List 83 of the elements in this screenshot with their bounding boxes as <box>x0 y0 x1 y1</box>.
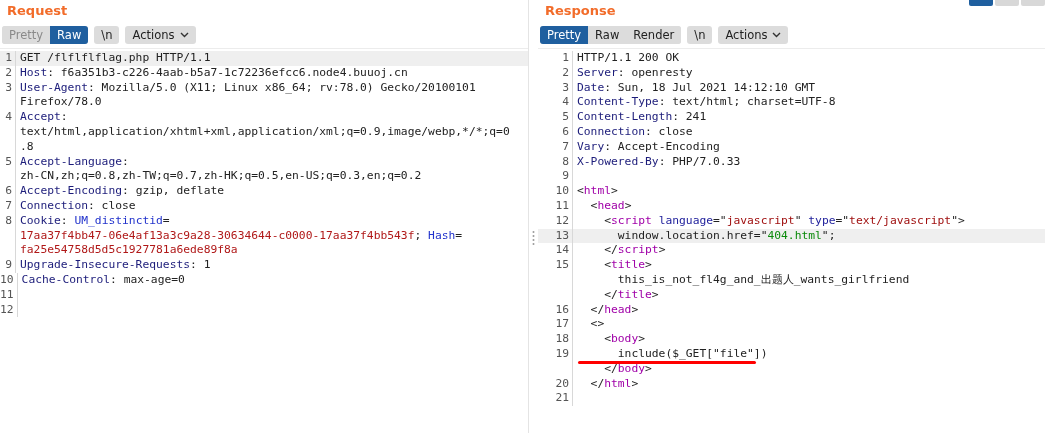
code-text: include($_GET["file"]) <box>616 346 768 362</box>
line-number: 4 <box>538 95 573 111</box>
code-text: </title> <box>603 287 659 303</box>
code-text: <script language="javascript" type="text/javascript"> <box>603 213 965 229</box>
line-number: 14 <box>538 243 573 259</box>
code-text: Connection: close <box>576 125 693 140</box>
code-text: X-Powered-By: PHP/7.0.33 <box>576 154 741 170</box>
line-number: 12 <box>0 302 18 318</box>
line-number: 3 <box>538 80 573 96</box>
line-number: 13 <box>538 228 573 244</box>
line-number: 18 <box>538 332 573 347</box>
line-number: 6 <box>538 125 573 140</box>
code-text: Cache-Control: max-age=0 <box>20 272 185 288</box>
line-number: 11 <box>0 287 18 303</box>
code-text: GET /flflflflag.php HTTP/1.1 <box>19 51 211 66</box>
chevron-down-icon <box>179 32 189 38</box>
code-text: Host: f6a351b3-c226-4aab-b5a7-1c72236efcc6.node4.buuoj.cn <box>19 65 408 81</box>
panel-title: Request <box>7 3 68 20</box>
line-number: 3 <box>0 80 16 96</box>
line-number: 4 <box>0 110 16 125</box>
line-number: 16 <box>538 302 573 318</box>
panel-title: Response <box>545 3 616 20</box>
code-text: window.location.href="404.html"; <box>616 228 836 244</box>
line-number: 20 <box>538 376 573 392</box>
view-tab[interactable]: Raw <box>50 26 89 44</box>
code-text: <title> <box>603 258 652 273</box>
code-text: .8 <box>19 139 34 155</box>
code-text: 17aa37f4bb47-06e4af13a3c9a28-30634644-c0000-17aa37f4bb543f; Hash= <box>19 228 463 244</box>
code-text: User-Agent: Mozilla/5.0 (X11; Linux x86_64; rv:78.0) Gecko/20100101 <box>19 80 476 96</box>
line-number: 9 <box>538 169 573 185</box>
code-text: </head> <box>589 302 639 318</box>
code-text: zh-CN,zh;q=0.8,zh-TW;q=0.7,zh-HK;q=0.5,en-US;q=0.3,en;q=0.2 <box>19 169 422 185</box>
code-text: <body> <box>603 332 646 347</box>
line-number: 1 <box>0 51 16 66</box>
code-text: Upgrade-Insecure-Requests: 1 <box>19 258 211 273</box>
code-text: HTTP/1.1 200 OK <box>576 51 680 66</box>
line-number: 19 <box>538 346 573 362</box>
code-text: </script> <box>603 243 666 259</box>
line-number: 21 <box>538 391 573 407</box>
line-number: 2 <box>0 65 16 81</box>
line-number: 11 <box>538 198 573 214</box>
line-number: 12 <box>538 213 573 229</box>
actions-button[interactable]: Actions <box>125 26 196 44</box>
line-number: 10 <box>538 184 573 199</box>
code-text: Content-Type: text/html; charset=UTF-8 <box>576 95 836 111</box>
code-text: <html> <box>576 184 618 199</box>
code-text: fa25e54758d5d5c1927781a6ede89f8a <box>19 243 238 259</box>
newline-toggle[interactable]: \n <box>687 26 713 44</box>
line-number: 15 <box>538 258 573 273</box>
code-text: <> <box>589 317 605 333</box>
line-number: 1 <box>538 51 573 66</box>
actions-button[interactable]: Actions <box>718 26 789 44</box>
line-number: 6 <box>0 184 16 199</box>
code-text: </html> <box>589 376 639 392</box>
line-number: 9 <box>0 258 16 273</box>
code-text: Vary: Accept-Encoding <box>576 139 720 155</box>
code-text: <head> <box>589 198 632 214</box>
code-text: Accept-Language: <box>19 154 129 170</box>
line-number: 7 <box>0 198 16 214</box>
code-text: Firefox/78.0 <box>19 95 102 111</box>
line-number: 5 <box>538 110 573 125</box>
code-text: Accept: <box>19 110 68 125</box>
chevron-down-icon <box>772 32 782 38</box>
view-tab[interactable]: Pretty <box>540 26 589 44</box>
code-text: Accept-Encoding: gzip, deflate <box>19 184 225 199</box>
line-number: 7 <box>538 139 573 155</box>
line-number: 2 <box>538 65 573 81</box>
splitter-grip-icon[interactable] <box>532 230 535 245</box>
code-text: Cookie: UM_distinctid= <box>19 213 170 229</box>
line-number: 8 <box>0 213 16 229</box>
newline-toggle[interactable]: \n <box>94 26 120 44</box>
code-text: </body> <box>603 361 652 377</box>
code-text: Connection: close <box>19 198 136 214</box>
code-text: this_is_not_fl4g_and_出题人_wants_girlfriend <box>616 272 910 288</box>
code-text: Server: openresty <box>576 65 693 81</box>
code-text: Content-Length: 241 <box>576 110 707 125</box>
code-text: text/html,application/xhtml+xml,application/xml;q=0.9,image/webp,*/*;q=0 <box>19 125 510 140</box>
line-number: 8 <box>538 154 573 170</box>
line-number: 10 <box>0 272 18 288</box>
layout-toggle[interactable] <box>969 0 1045 6</box>
code-text: Date: Sun, 18 Jul 2021 14:12:10 GMT <box>576 80 816 96</box>
line-number: 5 <box>0 154 16 170</box>
line-number: 17 <box>538 317 573 333</box>
